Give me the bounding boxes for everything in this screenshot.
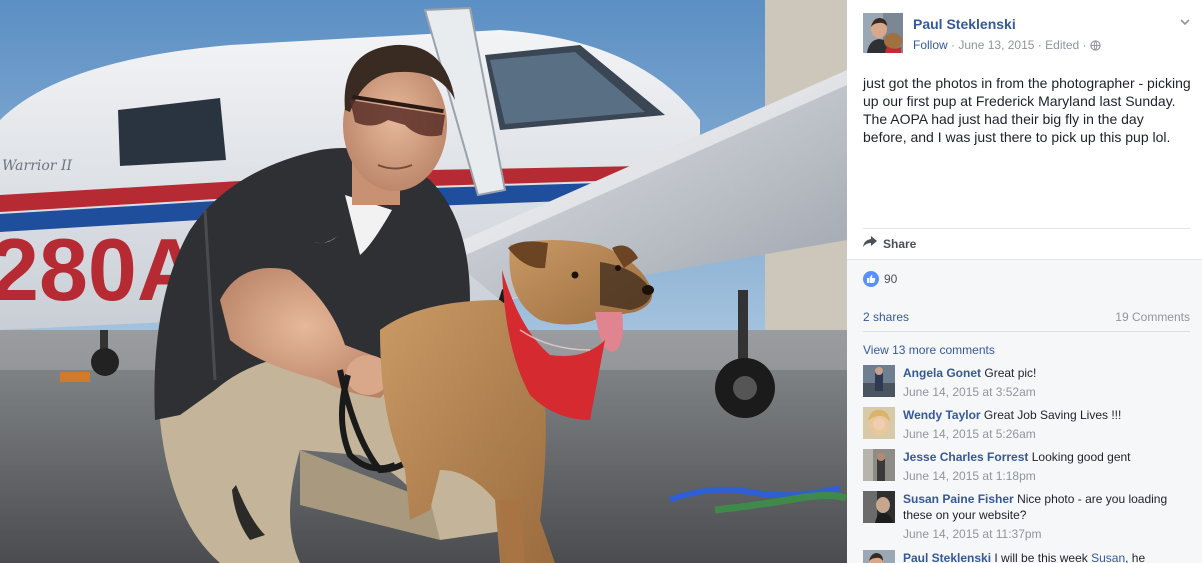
post-text: just got the photos in from the photogra…	[863, 75, 1191, 145]
follow-link[interactable]: Follow	[913, 38, 948, 52]
commenter-name-link[interactable]: Wendy Taylor	[903, 408, 981, 422]
thumbs-up-icon	[863, 271, 879, 287]
post-meta: Follow · June 13, 2015 · Edited ·	[913, 38, 1101, 54]
feedback-section: 90 2 shares 19 Comments View 13 more com…	[847, 259, 1202, 563]
comment-text: Great pic!	[984, 366, 1037, 380]
likes-summary[interactable]: 90	[863, 271, 897, 287]
share-label: Share	[883, 236, 917, 251]
share-arrow-icon	[863, 236, 877, 251]
post-photo[interactable]: 280A Warrior II	[0, 0, 847, 563]
author-name-link[interactable]: Paul Steklenski	[913, 16, 1016, 32]
view-more-comments-link[interactable]: View 13 more comments	[863, 343, 995, 357]
author-avatar[interactable]	[863, 13, 903, 53]
feedback-divider	[863, 331, 1190, 332]
commenter-avatar[interactable]	[863, 407, 895, 439]
commenter-name-link[interactable]: Paul Steklenski	[903, 551, 991, 563]
commenter-avatar[interactable]	[863, 365, 895, 397]
share-button[interactable]: Share	[863, 236, 916, 251]
post-side-panel: Paul Steklenski Follow · June 13, 2015 ·…	[847, 0, 1202, 563]
commenter-avatar[interactable]	[863, 449, 895, 481]
comment-timestamp-link[interactable]: June 14, 2015 at 1:18pm	[903, 468, 1193, 484]
action-divider	[863, 228, 1190, 229]
comment-timestamp-link[interactable]: June 14, 2015 at 11:37pm	[903, 526, 1193, 542]
likes-count: 90	[884, 272, 898, 286]
commenter-avatar[interactable]	[863, 550, 895, 563]
comment-timestamp-link[interactable]: June 14, 2015 at 3:52am	[903, 384, 1193, 400]
commenter-name-link[interactable]: Angela Gonet	[903, 366, 981, 380]
meta-separator: ·	[1082, 38, 1090, 52]
comment-text: Great Job Saving Lives !!!	[983, 408, 1122, 422]
comment-timestamp-link[interactable]: June 14, 2015 at 5:26am	[903, 426, 1193, 442]
commenter-name-link[interactable]: Susan Paine Fisher	[903, 492, 1014, 506]
comment-text-continued: , he	[1125, 551, 1146, 563]
comments-count-link[interactable]: 19 Comments	[1115, 310, 1190, 324]
photo-scene: 280A Warrior II	[0, 0, 847, 563]
commenter-avatar[interactable]	[863, 491, 895, 523]
post-header: Paul Steklenski Follow · June 13, 2015 ·…	[863, 13, 1192, 57]
mention-link[interactable]: Susan	[1091, 551, 1125, 563]
comment-text: I will be this week	[994, 551, 1088, 563]
post-date-link[interactable]: June 13, 2015	[958, 38, 1034, 52]
commenter-name-link[interactable]: Jesse Charles Forrest	[903, 450, 1028, 464]
chevron-down-icon[interactable]	[1178, 15, 1192, 29]
globe-icon[interactable]	[1090, 40, 1101, 54]
edited-link[interactable]: Edited	[1045, 38, 1079, 52]
shares-link[interactable]: 2 shares	[863, 310, 909, 324]
comment-text: Looking good gent	[1031, 450, 1131, 464]
plane-model-text: Warrior II	[2, 158, 72, 174]
